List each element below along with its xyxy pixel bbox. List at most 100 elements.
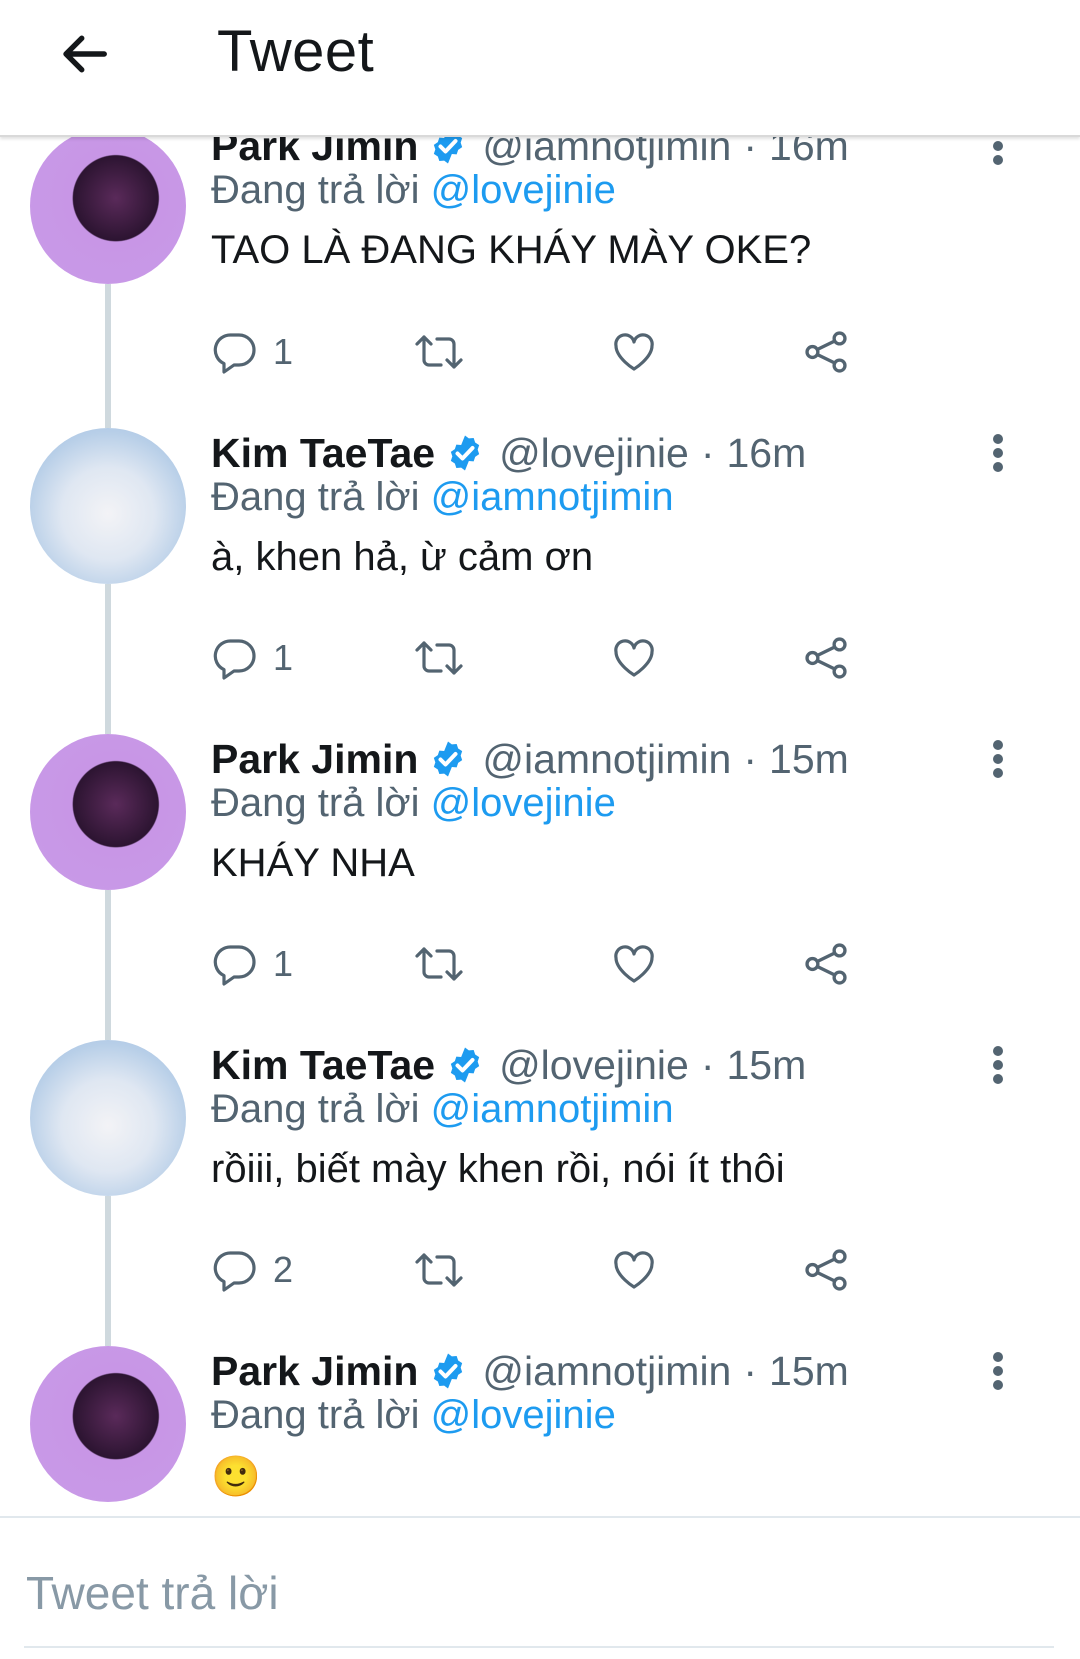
display-name[interactable]: Park Jimin <box>211 1348 418 1395</box>
reply-count: 2 <box>273 1249 294 1290</box>
retweet-button[interactable] <box>411 628 467 688</box>
share-button[interactable] <box>801 1240 851 1300</box>
share-button[interactable] <box>801 628 851 688</box>
heart-icon <box>614 333 654 371</box>
tweet-actions: 2 <box>211 1240 911 1300</box>
mention-link[interactable]: @lovejinie <box>431 781 616 825</box>
retweet-button[interactable] <box>411 1240 467 1300</box>
tweet-thread-screen: Park Jimin @iamnotjimin · 16m Đang trả l… <box>0 0 1080 1659</box>
tweet-text: 🙂 <box>211 1455 261 1499</box>
tweet-header: Kim TaeTae @lovejinie · 16m <box>211 425 806 481</box>
reply-icon <box>213 1251 256 1292</box>
thread-connector-line <box>105 284 111 416</box>
share-button[interactable] <box>801 322 851 382</box>
page-title: Tweet <box>217 19 375 84</box>
more-vertical-icon[interactable] <box>978 1343 1018 1399</box>
replying-to: Đang trả lời @lovejinie <box>211 1393 616 1443</box>
back-button[interactable] <box>52 22 116 86</box>
avatar[interactable] <box>30 1040 186 1196</box>
thread-connector-line <box>105 1028 111 1040</box>
handle[interactable]: @lovejinie <box>499 1042 689 1089</box>
avatar[interactable] <box>30 1346 186 1502</box>
reply-button[interactable]: 1 <box>211 934 293 994</box>
tweet-header: Park Jimin @iamnotjimin · 15m <box>211 731 849 787</box>
retweet-icon <box>415 335 463 369</box>
handle[interactable]: @lovejinie <box>499 430 689 477</box>
replying-to: Đang trả lời @lovejinie <box>211 168 616 218</box>
tweet-item[interactable]: Park Jimin @iamnotjimin · 15m Đang trả l… <box>0 722 1080 1028</box>
retweet-icon <box>415 1253 463 1287</box>
reply-input[interactable] <box>24 1552 1058 1634</box>
verified-badge-icon <box>428 739 468 779</box>
replying-to-label: Đang trả lời <box>211 475 420 519</box>
tweet-actions: 1 <box>211 934 911 994</box>
tweet-text: TAO LÀ ĐANG KHÁY MÀY OKE? <box>211 228 812 272</box>
mention-link[interactable]: @lovejinie <box>431 168 616 212</box>
mention-link[interactable]: @lovejinie <box>431 1393 616 1437</box>
replying-to-label: Đang trả lời <box>211 168 420 212</box>
heart-icon <box>614 1251 654 1289</box>
tweet-item[interactable]: Kim TaeTae @lovejinie · 16m Đang trả lời… <box>0 416 1080 722</box>
avatar[interactable] <box>30 128 186 284</box>
separator: · <box>743 735 758 782</box>
verified-badge-icon <box>445 433 485 473</box>
tweet-header: Kim TaeTae @lovejinie · 15m <box>211 1037 806 1093</box>
display-name[interactable]: Kim TaeTae <box>211 430 435 477</box>
mention-link[interactable]: @iamnotjimin <box>431 475 674 519</box>
tweet-text: KHÁY NHA <box>211 841 415 885</box>
like-button[interactable] <box>609 628 659 688</box>
thread-list: Park Jimin @iamnotjimin · 16m Đang trả l… <box>0 0 1080 1659</box>
reply-count: 1 <box>273 637 294 678</box>
reply-icon <box>213 639 256 680</box>
handle[interactable]: @iamnotjimin <box>482 1348 731 1395</box>
tweet-item[interactable]: Kim TaeTae @lovejinie · 15m Đang trả lời… <box>0 1028 1080 1334</box>
more-vertical-icon[interactable] <box>978 731 1018 787</box>
tweet-text: rồiii, biết mày khen rồi, nói ít thôi <box>211 1147 785 1191</box>
reply-count: 1 <box>273 331 294 372</box>
replying-to: Đang trả lời @iamnotjimin <box>211 1087 674 1137</box>
like-button[interactable] <box>609 1240 659 1300</box>
verified-badge-icon <box>428 1351 468 1391</box>
timestamp: 15m <box>769 735 849 782</box>
verified-badge-icon <box>445 1045 485 1085</box>
avatar[interactable] <box>30 428 186 584</box>
handle[interactable]: @iamnotjimin <box>482 736 731 783</box>
replying-to: Đang trả lời @iamnotjimin <box>211 475 674 525</box>
more-vertical-icon[interactable] <box>978 425 1018 481</box>
thread-connector-line <box>105 584 111 722</box>
retweet-button[interactable] <box>411 934 467 994</box>
share-button[interactable] <box>801 934 851 994</box>
like-button[interactable] <box>609 934 659 994</box>
thread-connector-line <box>105 1196 111 1334</box>
reply-button[interactable]: 1 <box>211 628 293 688</box>
thread-connector-line <box>105 1334 111 1346</box>
replying-to-label: Đang trả lời <box>211 1087 420 1131</box>
tweet-header: Park Jimin @iamnotjimin · 15m <box>211 1343 849 1399</box>
tweet-actions: 1 <box>211 322 911 382</box>
replying-to-label: Đang trả lời <box>211 1393 420 1437</box>
input-underline <box>24 1646 1054 1648</box>
tweet-item[interactable]: Park Jimin @iamnotjimin · 16m Đang trả l… <box>0 110 1080 416</box>
timestamp: 16m <box>726 429 807 476</box>
retweet-icon <box>415 947 463 981</box>
more-vertical-icon[interactable] <box>978 1037 1018 1093</box>
display-name[interactable]: Kim TaeTae <box>211 1042 435 1089</box>
thread-connector-line <box>105 890 111 1028</box>
heart-icon <box>614 945 654 983</box>
thread-connector-line <box>105 416 111 428</box>
mention-link[interactable]: @iamnotjimin <box>431 1087 674 1131</box>
timestamp: 15m <box>769 1347 849 1394</box>
reply-button[interactable]: 2 <box>211 1240 293 1300</box>
display-name[interactable]: Park Jimin <box>211 736 418 783</box>
thread-connector-line <box>105 722 111 734</box>
reply-icon <box>213 333 256 374</box>
reply-button[interactable]: 1 <box>211 322 293 382</box>
like-button[interactable] <box>609 322 659 382</box>
tweet-text: à, khen hả, ừ cảm ơn <box>211 535 594 579</box>
avatar[interactable] <box>30 734 186 890</box>
retweet-button[interactable] <box>411 322 467 382</box>
retweet-icon <box>415 641 463 675</box>
reply-count: 1 <box>273 943 294 984</box>
separator: · <box>700 429 715 476</box>
replying-to-label: Đang trả lời <box>211 781 420 825</box>
